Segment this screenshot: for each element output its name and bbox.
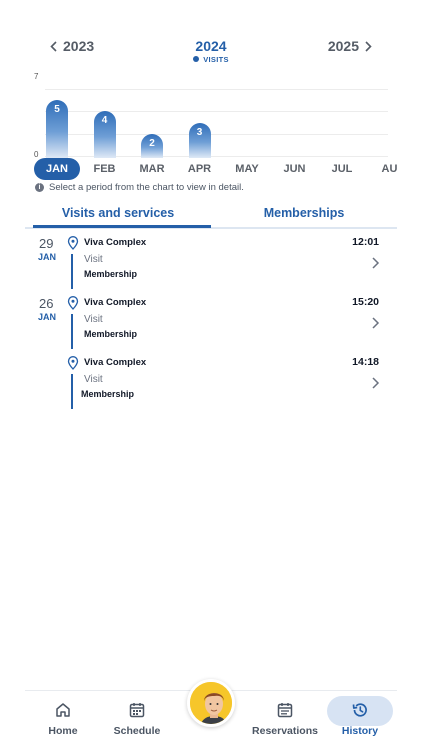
entry-membership: Membership [81,389,135,399]
chart-gridline [45,89,388,91]
bottom-navigation: Home Schedule Reservations History [25,679,397,750]
entry-timeline [71,254,73,289]
y-tick-label: 7 [34,72,39,81]
month-tick-may[interactable]: MAY [224,158,270,180]
bar-value-label: 2 [149,137,155,149]
history-tabs: Visits and services Memberships [25,200,397,232]
entry-membership: Membership [84,329,138,339]
nav-history-label: History [341,725,379,737]
entry-month: JAN [38,312,57,322]
info-icon: i [35,183,44,192]
profile-avatar[interactable] [187,679,235,727]
chart-gridline [45,111,388,113]
location-pin-icon [67,236,79,250]
visits-bar-chart: 7 0 5 JAN 4 FEB 2 MAR 3 APR MAY JUN JUL AU [0,70,422,180]
nav-schedule[interactable]: Schedule [103,697,171,737]
entry-time: 12:01 [352,236,379,248]
next-year-button[interactable]: 2025 [328,38,372,54]
history-icon [352,703,367,717]
nav-reservations[interactable]: Reservations [251,697,319,737]
y-tick-label: 0 [34,150,39,159]
calendar-check-icon [277,703,293,718]
month-tick-jul[interactable]: JUL [319,158,365,180]
nav-home-label: Home [48,725,78,737]
nav-reservations-label: Reservations [252,725,318,737]
entry-membership: Membership [84,269,138,279]
month-tick-au[interactable]: AU [367,158,413,180]
year-navigation: 2023 2024 2025 VISITS [0,32,422,72]
bar-value-label: 5 [54,104,60,116]
entry-venue: Viva Complex [84,237,147,248]
bar-value-label: 3 [196,126,203,138]
chart-legend: VISITS [0,55,422,64]
nav-schedule-label: Schedule [113,725,161,737]
entry-timeline [71,314,73,349]
entry-month: JAN [38,252,57,262]
nav-home[interactable]: Home [29,697,97,737]
chevron-right-icon [372,257,380,269]
month-tick-mar[interactable]: MAR [129,158,175,180]
location-pin-icon [67,296,79,310]
entry-time: 14:18 [352,356,379,368]
entry-time: 15:20 [352,296,379,308]
entry-type: Visit [84,254,103,265]
calendar-icon [129,703,145,718]
bar-value-label: 4 [101,115,108,127]
next-year-label: 2025 [327,38,359,54]
month-tick-apr[interactable]: APR [177,158,223,180]
entry-timeline [71,374,73,409]
entry-day: 29 [39,236,54,251]
nav-history[interactable]: History [326,697,394,737]
entry-type: Visit [84,314,103,325]
entry-venue: Viva Complex [84,297,147,308]
legend-label: VISITS [203,55,229,64]
home-icon [56,703,70,717]
info-note: i Select a period from the chart to view… [35,182,244,193]
entry-venue: Viva Complex [84,357,147,368]
visit-entry[interactable]: 29 JAN Viva Complex 12:01 Visit Membersh… [25,236,397,294]
chevron-right-icon [365,40,372,52]
tab-visits-and-services[interactable]: Visits and services [25,200,211,228]
chevron-right-icon [372,317,380,329]
entry-type: Visit [84,374,103,385]
entry-day: 26 [39,296,54,311]
chevron-right-icon [372,377,380,389]
legend-dot [193,56,200,63]
month-tick-jan[interactable]: JAN [34,158,80,180]
visit-entry[interactable]: 26 JAN Viva Complex 15:20 Visit Membersh… [25,296,397,354]
visit-entry[interactable]: Viva Complex 14:18 Visit Membership [25,356,397,414]
avatar-illustration [190,682,232,724]
info-note-text: Select a period from the chart to view i… [49,182,244,193]
month-tick-jun[interactable]: JUN [272,158,318,180]
month-tick-feb[interactable]: FEB [82,158,128,180]
tab-memberships[interactable]: Memberships [211,200,397,228]
location-pin-icon [67,356,79,370]
active-tab-indicator [33,225,211,228]
